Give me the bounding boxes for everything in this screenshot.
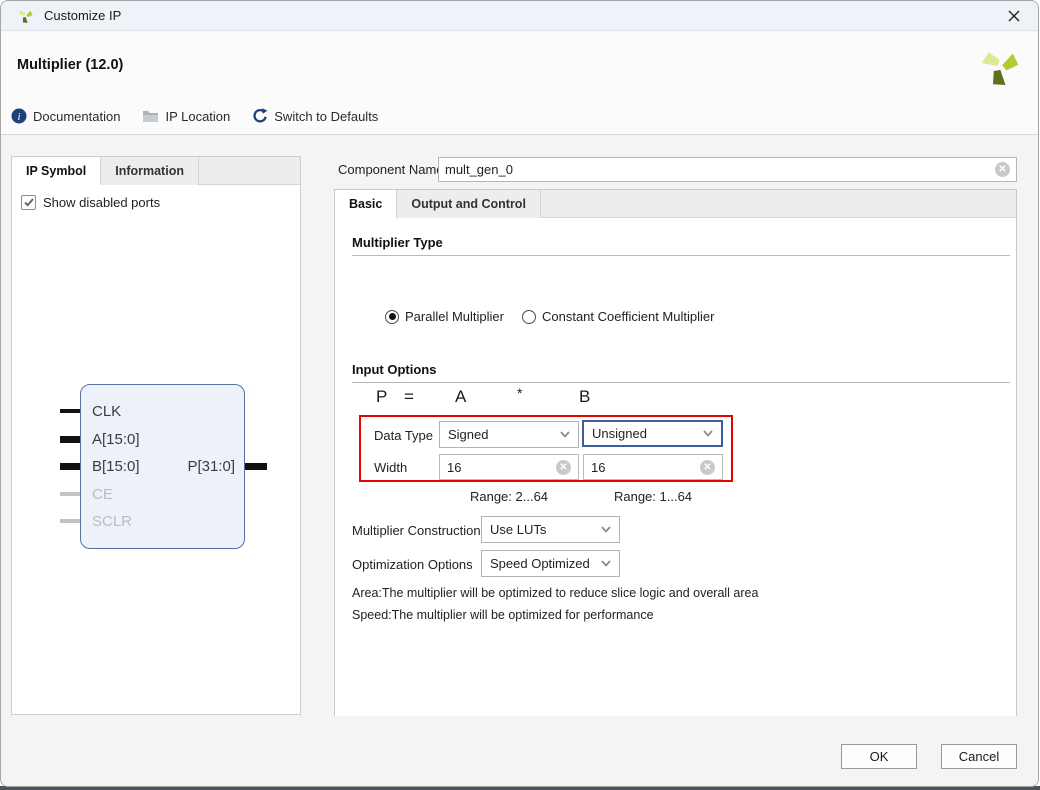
ip-location-label: IP Location — [165, 109, 230, 124]
documentation-label: Documentation — [33, 109, 120, 124]
xilinx-brand-logo — [978, 44, 1022, 88]
width-a-input[interactable]: 16 ✕ — [439, 454, 579, 480]
radio-selected-icon — [385, 310, 399, 324]
documentation-button[interactable]: i Documentation — [11, 108, 120, 124]
width-label: Width — [374, 460, 407, 475]
port-label-b: B[15:0] — [92, 458, 140, 475]
customize-ip-dialog: Customize IP Multiplier (12.0) — [0, 0, 1039, 787]
xilinx-logo-icon — [17, 7, 34, 24]
ce-pin — [60, 492, 80, 496]
constant-coefficient-radio[interactable]: Constant Coefficient Multiplier — [522, 309, 714, 324]
main-tabstrip: Basic Output and Control — [335, 190, 1016, 218]
window-title: Customize IP — [44, 8, 121, 23]
section-rule — [352, 255, 1010, 256]
sclr-pin — [60, 519, 80, 523]
ip-location-button[interactable]: IP Location — [142, 109, 230, 124]
input-options-title: Input Options — [352, 362, 436, 377]
port-label-sclr: SCLR — [92, 513, 132, 530]
optimization-options-dropdown[interactable]: Speed Optimized — [481, 550, 620, 577]
switch-to-defaults-button[interactable]: Switch to Defaults — [252, 108, 378, 124]
cancel-button[interactable]: Cancel — [941, 744, 1017, 769]
multiplier-construction-label: Multiplier Construction — [352, 523, 481, 538]
title-bar: Customize IP — [1, 1, 1038, 31]
equation-star: * — [517, 385, 522, 401]
chevron-down-icon — [703, 430, 713, 437]
info-icon: i — [11, 108, 27, 124]
component-name-value: mult_gen_0 — [445, 162, 995, 177]
toolbar: i Documentation IP Location — [11, 108, 378, 124]
close-button[interactable] — [996, 1, 1032, 31]
constant-coefficient-label: Constant Coefficient Multiplier — [542, 309, 714, 324]
width-b-input[interactable]: 16 ✕ — [583, 454, 723, 480]
radio-unselected-icon — [522, 310, 536, 324]
refresh-icon — [252, 108, 268, 124]
width-a-value: 16 — [447, 460, 556, 475]
data-type-a-dropdown[interactable]: Signed — [439, 421, 579, 448]
b-bus-pin — [60, 463, 80, 470]
optimization-options-value: Speed Optimized — [490, 556, 601, 571]
tab-basic[interactable]: Basic — [335, 190, 397, 218]
ip-title: Multiplier (12.0) — [17, 57, 123, 73]
port-label-a: A[15:0] — [92, 431, 140, 448]
equation-a: A — [455, 387, 466, 407]
clear-icon[interactable]: ✕ — [995, 162, 1010, 177]
basic-tab-body: Multiplier Type Parallel Multiplier Cons… — [335, 219, 1016, 716]
close-icon — [1008, 10, 1020, 22]
basic-panel: Basic Output and Control Multiplier Type… — [334, 189, 1017, 716]
component-name-label: Component Name — [338, 162, 444, 177]
chevron-down-icon — [601, 560, 611, 567]
dialog-content: IP Symbol Information Show disabled port… — [1, 135, 1038, 787]
port-label-ce: CE — [92, 486, 113, 503]
switch-to-defaults-label: Switch to Defaults — [274, 109, 378, 124]
multiplier-type-options: Parallel Multiplier Constant Coefficient… — [385, 309, 714, 324]
clear-icon[interactable]: ✕ — [556, 460, 571, 475]
speed-note: Speed:The multiplier will be optimized f… — [352, 608, 654, 622]
ip-symbol-diagram: CLK A[15:0] B[15:0] CE SCLR P[31:0] — [12, 157, 302, 716]
equation-eq: = — [404, 387, 414, 407]
dialog-header: Multiplier (12.0) i Documentation — [1, 32, 1038, 135]
tab-output-and-control[interactable]: Output and Control — [397, 190, 541, 218]
equation-p: P — [376, 387, 387, 407]
optimization-options-label: Optimization Options — [352, 557, 473, 572]
multiplier-type-title: Multiplier Type — [352, 235, 443, 250]
clk-pin — [60, 409, 80, 413]
range-a-label: Range: 2...64 — [439, 489, 579, 504]
folder-icon — [142, 109, 159, 123]
port-label-clk: CLK — [92, 403, 121, 420]
chevron-down-icon — [560, 431, 570, 438]
chevron-down-icon — [601, 526, 611, 533]
ok-button[interactable]: OK — [841, 744, 917, 769]
ip-symbol-panel: IP Symbol Information Show disabled port… — [11, 156, 301, 715]
section-rule — [352, 382, 1010, 383]
a-bus-pin — [60, 436, 80, 443]
p-bus-pin — [245, 463, 267, 470]
width-b-value: 16 — [591, 460, 700, 475]
data-type-b-dropdown[interactable]: Unsigned — [582, 420, 723, 447]
data-type-a-value: Signed — [448, 427, 560, 442]
multiplier-construction-dropdown[interactable]: Use LUTs — [481, 516, 620, 543]
data-type-label: Data Type — [374, 428, 433, 443]
parallel-multiplier-label: Parallel Multiplier — [405, 309, 504, 324]
range-b-label: Range: 1...64 — [583, 489, 723, 504]
multiplier-construction-value: Use LUTs — [490, 522, 601, 537]
data-type-b-value: Unsigned — [592, 426, 703, 441]
screen: Customize IP Multiplier (12.0) — [0, 0, 1040, 790]
component-name-input[interactable]: mult_gen_0 ✕ — [438, 157, 1017, 182]
area-note: Area:The multiplier will be optimized to… — [352, 586, 758, 600]
equation-b: B — [579, 387, 590, 407]
svg-text:i: i — [17, 111, 20, 123]
port-label-p: P[31:0] — [172, 458, 235, 475]
clear-icon[interactable]: ✕ — [700, 460, 715, 475]
parallel-multiplier-radio[interactable]: Parallel Multiplier — [385, 309, 504, 324]
